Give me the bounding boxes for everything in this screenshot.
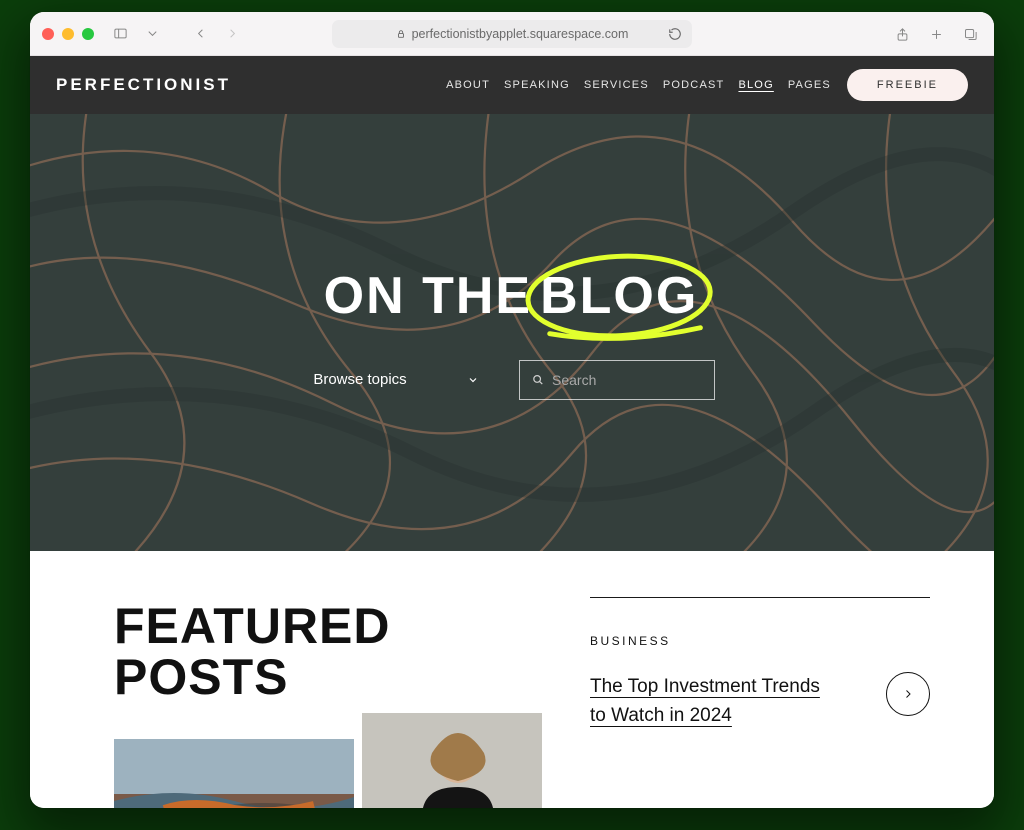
window-close-button[interactable] xyxy=(42,28,54,40)
featured-heading: FEATURED POSTS xyxy=(114,601,544,703)
chevron-down-icon xyxy=(467,374,479,386)
site-logo[interactable]: PERFECTIONIST xyxy=(56,75,231,95)
share-button[interactable] xyxy=(890,22,914,46)
featured-thumbnail-1[interactable] xyxy=(114,739,354,808)
search-icon xyxy=(532,373,544,387)
reload-icon[interactable] xyxy=(668,27,682,41)
address-bar-url: perfectionistbyapplet.squarespace.com xyxy=(412,27,629,41)
nav-blog[interactable]: BLOG xyxy=(738,79,773,91)
next-post-button[interactable] xyxy=(886,672,930,716)
featured-category: BUSINESS xyxy=(590,634,930,648)
featured-thumbnail-2[interactable] xyxy=(362,713,542,808)
nav-podcast[interactable]: PODCAST xyxy=(663,79,725,91)
nav-back-button[interactable] xyxy=(188,22,212,46)
nav-forward-button[interactable] xyxy=(220,22,244,46)
lock-icon xyxy=(396,29,406,39)
freebie-button[interactable]: FREEBIE xyxy=(847,69,968,101)
nav-speaking[interactable]: SPEAKING xyxy=(504,79,570,91)
hero-title: ON THE BLOG xyxy=(324,266,701,326)
nav-pages[interactable]: PAGES xyxy=(788,79,831,91)
primary-nav: ABOUT SPEAKING SERVICES PODCAST BLOG PAG… xyxy=(446,79,831,91)
browse-topics-dropdown[interactable]: Browse topics xyxy=(309,365,482,394)
window-zoom-button[interactable] xyxy=(82,28,94,40)
hero-title-emph: BLOG xyxy=(540,267,698,325)
sidebar-toggle-button[interactable] xyxy=(108,22,132,46)
search-box[interactable] xyxy=(519,360,715,400)
new-tab-button[interactable] xyxy=(924,22,948,46)
site-header: PERFECTIONIST ABOUT SPEAKING SERVICES PO… xyxy=(30,56,994,114)
featured-section: FEATURED POSTS xyxy=(30,551,994,808)
featured-post-link[interactable]: The Top Investment Trends to Watch in 20… xyxy=(590,672,840,731)
browser-window: perfectionistbyapplet.squarespace.com PE… xyxy=(30,12,994,808)
divider xyxy=(590,597,930,598)
featured-thumbnails xyxy=(114,721,542,808)
tab-group-dropdown-icon[interactable] xyxy=(140,22,164,46)
page-viewport: PERFECTIONIST ABOUT SPEAKING SERVICES PO… xyxy=(30,56,994,808)
nav-about[interactable]: ABOUT xyxy=(446,79,490,91)
search-input[interactable] xyxy=(552,372,702,388)
window-controls xyxy=(42,28,94,40)
hero-title-pre: ON THE xyxy=(324,266,532,326)
chevron-right-icon xyxy=(902,688,914,700)
browser-titlebar: perfectionistbyapplet.squarespace.com xyxy=(30,12,994,56)
hero-section: ON THE BLOG Browse topics xyxy=(30,114,994,551)
address-bar[interactable]: perfectionistbyapplet.squarespace.com xyxy=(332,20,692,48)
window-minimize-button[interactable] xyxy=(62,28,74,40)
nav-services[interactable]: SERVICES xyxy=(584,79,649,91)
hero-background xyxy=(30,114,994,551)
tab-overview-button[interactable] xyxy=(958,22,982,46)
browse-topics-label: Browse topics xyxy=(313,371,406,388)
